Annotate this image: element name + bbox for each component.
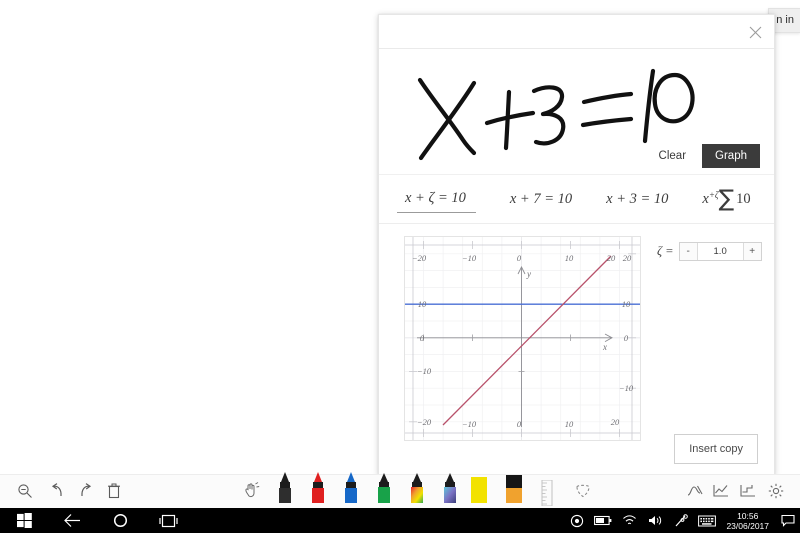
recognition-candidates: x + ζ = 10 x + 7 = 10 x + 3 = 10 x+ζ∑ 10 … xyxy=(379,174,774,224)
cortana-circle-icon[interactable] xyxy=(96,508,144,533)
candidate-1-text: x + ζ = 10 xyxy=(405,190,466,206)
ruler-icon[interactable] xyxy=(536,480,558,506)
task-view-icon[interactable] xyxy=(144,508,192,533)
svg-text:20: 20 xyxy=(623,253,632,263)
candidate-4-sigma: ∑ xyxy=(718,185,735,212)
taskbar-clock[interactable]: 10:56 23/06/2017 xyxy=(720,511,776,531)
candidate-4-superscript: +ζ xyxy=(708,189,719,200)
system-tray: 10:56 23/06/2017 xyxy=(564,508,800,533)
pen-red[interactable] xyxy=(308,471,328,508)
parameter-stepper: - 1.0 + xyxy=(678,242,762,261)
parameter-control: ζ = - 1.0 + xyxy=(657,242,762,261)
pen-green[interactable] xyxy=(374,473,394,508)
eraser[interactable] xyxy=(503,475,525,508)
svg-text:x: x xyxy=(602,342,607,352)
svg-text:10: 10 xyxy=(418,299,427,309)
candidate-1[interactable]: x + ζ = 10 xyxy=(397,185,476,213)
redo-icon[interactable] xyxy=(75,480,97,502)
svg-text:10: 10 xyxy=(565,419,574,429)
touch-writing-icon[interactable] xyxy=(240,480,262,502)
svg-text:20: 20 xyxy=(611,417,620,427)
svg-text:10: 10 xyxy=(622,299,631,309)
candidate-3-text: x + 3 = 10 xyxy=(606,190,669,207)
insert-copy-button[interactable]: Insert copy xyxy=(674,434,758,464)
svg-text:−20: −20 xyxy=(417,417,432,427)
keyboard-icon[interactable] xyxy=(694,508,720,533)
parameter-increment-button[interactable]: + xyxy=(742,243,761,260)
svg-text:y: y xyxy=(526,269,531,279)
svg-text:−10: −10 xyxy=(462,253,477,263)
handwriting-input-area[interactable]: Clear Graph xyxy=(379,49,774,174)
math-solve-icon[interactable] xyxy=(684,480,706,502)
ink-toolbar xyxy=(0,471,800,508)
highlighter-yellow[interactable] xyxy=(468,477,490,508)
ink-action-buttons: Clear Graph xyxy=(653,144,760,168)
action-center-icon[interactable] xyxy=(776,508,800,533)
svg-text:10: 10 xyxy=(565,253,574,263)
wifi-icon[interactable] xyxy=(616,508,642,533)
candidate-4[interactable]: x+ζ∑ 10 xyxy=(700,182,752,217)
edge-tooltip-text: n in xyxy=(776,14,794,26)
windows-start-icon[interactable] xyxy=(0,508,48,533)
pen-black[interactable] xyxy=(275,471,295,508)
graph-button[interactable]: Graph xyxy=(702,144,760,168)
trash-icon[interactable] xyxy=(103,480,125,502)
clock-time: 10:56 xyxy=(737,510,759,521)
graph-plot-icon[interactable] xyxy=(737,480,759,502)
battery-icon[interactable] xyxy=(590,508,616,533)
math-input-panel: Clear Graph x + ζ = 10 x + 7 = 10 x + 3 … xyxy=(378,14,775,478)
candidate-3[interactable]: x + 3 = 10 xyxy=(604,186,670,213)
volume-icon[interactable] xyxy=(642,508,668,533)
panel-titlebar xyxy=(379,15,774,49)
candidate-4-tail: 10 xyxy=(736,190,751,207)
svg-text:20: 20 xyxy=(607,253,616,263)
svg-text:−10: −10 xyxy=(417,366,432,376)
lasso-select-icon[interactable] xyxy=(572,480,594,502)
clock-date: 23/06/2017 xyxy=(726,520,769,531)
taskbar-left-buttons xyxy=(0,508,192,533)
parameter-decrement-button[interactable]: - xyxy=(679,243,698,260)
back-arrow-icon[interactable] xyxy=(48,508,96,533)
location-icon[interactable] xyxy=(564,508,590,533)
candidate-2[interactable]: x + 7 = 10 xyxy=(508,186,574,213)
pen-blue[interactable] xyxy=(341,471,361,508)
parameter-value-input[interactable]: 1.0 xyxy=(697,243,743,260)
svg-text:−20: −20 xyxy=(412,253,427,263)
svg-text:−10: −10 xyxy=(462,419,477,429)
graph-result-area: −20 −10 0 10 20 10 0 −10 −20 20 10 0 −10… xyxy=(379,224,774,478)
magnifier-icon[interactable] xyxy=(14,480,36,502)
parameter-label: ζ = xyxy=(657,244,674,258)
candidate-2-text: x + 7 = 10 xyxy=(509,190,573,207)
pen-workspace-icon[interactable] xyxy=(668,508,694,533)
graph-line-icon[interactable] xyxy=(710,480,732,502)
close-icon[interactable] xyxy=(741,19,769,45)
svg-text:−10: −10 xyxy=(619,383,634,393)
graph-svg: −20 −10 0 10 20 10 0 −10 −20 20 10 0 −10… xyxy=(405,237,640,440)
graph-plot[interactable]: −20 −10 0 10 20 10 0 −10 −20 20 10 0 −10… xyxy=(404,236,641,441)
windows-taskbar: 10:56 23/06/2017 xyxy=(0,508,800,533)
undo-icon[interactable] xyxy=(46,480,68,502)
clear-button[interactable]: Clear xyxy=(653,146,692,166)
gear-icon[interactable] xyxy=(765,480,787,502)
pen-rainbow[interactable] xyxy=(407,473,427,508)
pen-galaxy[interactable] xyxy=(440,473,460,508)
